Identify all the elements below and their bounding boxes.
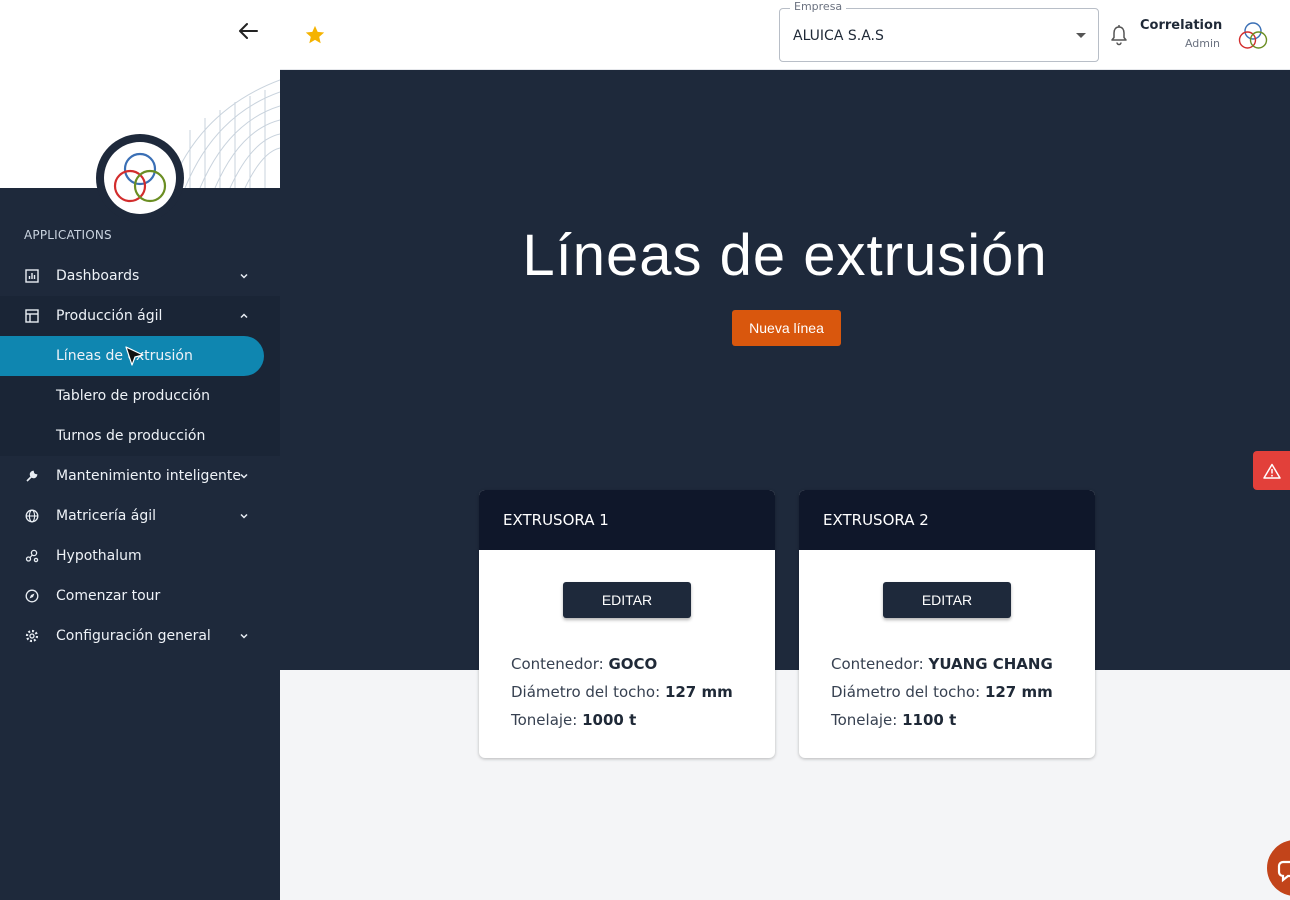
- warning-triangle-icon: [1262, 463, 1281, 479]
- diameter-label: Diámetro del tocho:: [831, 683, 981, 701]
- user-info: Correlation Admin: [1140, 18, 1223, 50]
- top-bar: Empresa ALUICA S.A.S Correlation Admin: [280, 0, 1290, 70]
- chat-button[interactable]: [1267, 840, 1290, 896]
- factory-icon: [24, 308, 40, 324]
- logo-circles-icon: [1238, 22, 1268, 49]
- company-select[interactable]: Empresa ALUICA S.A.S: [779, 0, 1099, 62]
- sidebar: APPLICATIONS Dashboards Producción ágil …: [0, 0, 280, 900]
- tonnage-label: Tonelaje:: [511, 711, 578, 729]
- sidebar-item-label: Dashboards: [56, 268, 140, 284]
- sidebar-item-matriceria-agil[interactable]: Matricería ágil: [0, 496, 280, 536]
- nodes-icon: [24, 548, 40, 564]
- logo-circles-icon: [113, 152, 167, 203]
- sidebar-item-comenzar-tour[interactable]: Comenzar tour: [0, 576, 280, 616]
- diameter-label: Diámetro del tocho:: [511, 683, 661, 701]
- sidebar-item-label: Matricería ágil: [56, 508, 157, 524]
- diameter-value: 127 mm: [984, 683, 1053, 701]
- notifications-bell-icon[interactable]: [1109, 24, 1129, 46]
- sidebar-section-label: APPLICATIONS: [24, 228, 112, 242]
- user-name: Correlation: [1140, 18, 1223, 33]
- sidebar-item-label: Mantenimiento inteligente: [56, 468, 242, 484]
- gear-icon: [24, 628, 40, 644]
- company-select-label: Empresa: [790, 0, 847, 13]
- arrow-left-icon: [239, 23, 258, 39]
- chevron-down-icon: [240, 473, 248, 479]
- card-title: EXTRUSORA 1: [479, 490, 775, 550]
- tonnage-value: 1000 t: [582, 711, 637, 729]
- extruder-card: EXTRUSORA 2 EDITAR Contenedor: YUANG CHA…: [799, 490, 1095, 758]
- caret-down-icon: [1076, 33, 1086, 38]
- edit-button[interactable]: EDITAR: [563, 582, 691, 618]
- container-value: YUANG CHANG: [928, 655, 1053, 673]
- collapse-sidebar-button[interactable]: [233, 18, 263, 44]
- company-select-value: ALUICA S.A.S: [793, 28, 884, 44]
- sidebar-item-dashboards[interactable]: Dashboards: [0, 256, 280, 296]
- sidebar-item-configuracion-general[interactable]: Configuración general: [0, 616, 280, 656]
- sidebar-item-label: Comenzar tour: [56, 588, 161, 604]
- chat-bubble-icon: [1277, 860, 1290, 883]
- container-row: Contenedor: GOCO: [511, 650, 733, 678]
- compass-icon: [24, 588, 40, 604]
- page-title: Líneas de extrusión: [522, 223, 1048, 288]
- chevron-up-icon: [240, 313, 248, 319]
- tonnage-label: Tonelaje:: [831, 711, 898, 729]
- container-value: GOCO: [608, 655, 658, 673]
- sidebar-item-hypothalum[interactable]: Hypothalum: [0, 536, 280, 576]
- sidebar-subitem-tablero-de-produccion[interactable]: Tablero de producción: [0, 376, 280, 416]
- bar-chart-icon: [24, 268, 40, 284]
- sidebar-item-label: Configuración general: [56, 628, 211, 644]
- chevron-down-icon: [240, 633, 248, 639]
- container-label: Contenedor:: [511, 655, 604, 673]
- avatar[interactable]: [1235, 18, 1271, 54]
- wrench-icon: [24, 468, 40, 484]
- extruder-card: EXTRUSORA 1 EDITAR Contenedor: GOCO Diám…: [479, 490, 775, 758]
- hero-banner: Líneas de extrusión Nueva línea: [280, 70, 1290, 670]
- chevron-down-icon: [240, 513, 248, 519]
- card-details: Contenedor: YUANG CHANG Diámetro del toc…: [831, 650, 1053, 734]
- produccion-agil-submenu: Líneas de extrusión Tablero de producció…: [0, 336, 280, 456]
- tonnage-row: Tonelaje: 1000 t: [511, 706, 733, 734]
- chevron-down-icon: [240, 273, 248, 279]
- edit-button[interactable]: EDITAR: [883, 582, 1011, 618]
- diameter-value: 127 mm: [664, 683, 733, 701]
- alert-tab[interactable]: [1253, 451, 1290, 490]
- sidebar-subitem-lineas-de-extrusion[interactable]: Líneas de extrusión: [0, 336, 264, 376]
- card-title: EXTRUSORA 2: [799, 490, 1095, 550]
- diameter-row: Diámetro del tocho: 127 mm: [511, 678, 733, 706]
- card-details: Contenedor: GOCO Diámetro del tocho: 127…: [511, 650, 733, 734]
- sidebar-subitem-turnos-de-produccion[interactable]: Turnos de producción: [0, 416, 280, 456]
- favorite-star-icon[interactable]: [304, 24, 326, 46]
- container-label: Contenedor:: [831, 655, 924, 673]
- company-logo: [96, 134, 184, 222]
- container-row: Contenedor: YUANG CHANG: [831, 650, 1053, 678]
- tonnage-row: Tonelaje: 1100 t: [831, 706, 1053, 734]
- user-role: Admin: [1184, 37, 1220, 50]
- sidebar-nav: Dashboards Producción ágil Líneas de ext…: [0, 256, 280, 656]
- sidebar-item-mantenimiento-inteligente[interactable]: Mantenimiento inteligente: [0, 456, 280, 496]
- sidebar-item-label: Producción ágil: [56, 308, 163, 324]
- diameter-row: Diámetro del tocho: 127 mm: [831, 678, 1053, 706]
- tonnage-value: 1100 t: [902, 711, 957, 729]
- sidebar-item-label: Hypothalum: [56, 548, 142, 564]
- new-line-button[interactable]: Nueva línea: [732, 310, 841, 346]
- sidebar-item-produccion-agil[interactable]: Producción ágil: [0, 296, 280, 336]
- globe-icon: [24, 508, 40, 524]
